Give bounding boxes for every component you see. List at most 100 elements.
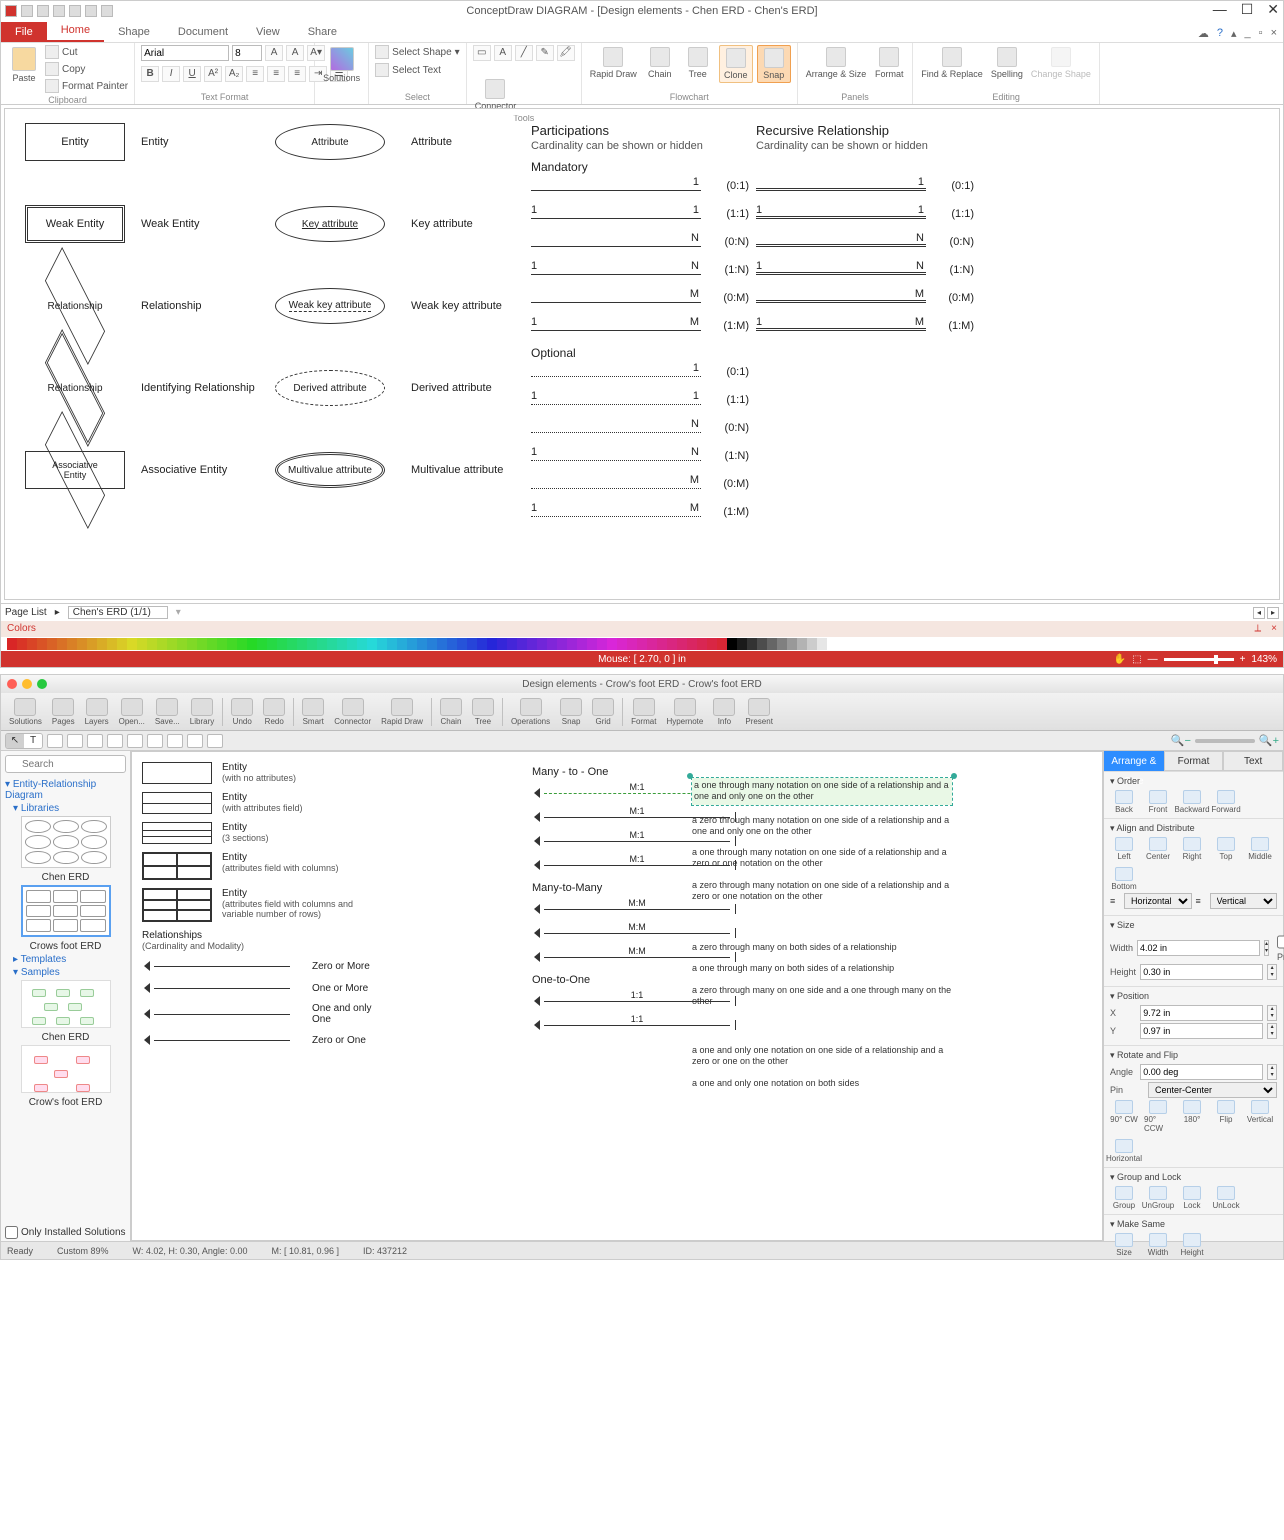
qat-save-icon[interactable] [53,5,65,17]
entity-shape[interactable] [142,852,212,880]
tool-arc-icon[interactable] [107,734,123,748]
color-swatch[interactable] [727,638,737,650]
cardinality-line[interactable]: Zero or One [142,1033,382,1047]
help-icon[interactable]: ? [1217,27,1223,40]
color-swatch[interactable] [477,638,487,650]
lock-proportions-checkbox[interactable] [1277,934,1284,950]
color-swatch[interactable] [647,638,657,650]
color-swatch[interactable] [397,638,407,650]
shape-associative-entity[interactable]: Associative Entity [25,451,125,489]
color-swatch[interactable] [567,638,577,650]
color-swatch[interactable] [357,638,367,650]
align-center-button[interactable]: Center [1144,837,1172,861]
tree-root[interactable]: ▾ Entity-Relationship Diagram [5,779,126,801]
color-swatch[interactable] [787,638,797,650]
color-swatch[interactable] [437,638,447,650]
qat-open-icon[interactable] [37,5,49,17]
color-swatch[interactable] [527,638,537,650]
entity-shape[interactable] [142,762,212,784]
copy-button[interactable]: Copy [45,62,128,76]
tool-rect-icon[interactable]: ▭ [473,45,491,61]
angle-stepper[interactable]: ▴▾ [1267,1064,1277,1080]
status-zoom-in-icon[interactable]: + [1240,654,1246,665]
lib-crows-foot-thumb[interactable] [21,885,111,937]
align-right-button[interactable]: Right [1178,837,1206,861]
toolbar-info[interactable]: Info [709,698,739,726]
zoom-out2-icon[interactable]: 🔍− [1171,734,1191,747]
color-swatch[interactable] [147,638,157,650]
color-swatch[interactable] [697,638,707,650]
qat-print-icon[interactable] [101,5,113,17]
qat-undo-icon[interactable] [69,5,81,17]
color-swatch[interactable] [287,638,297,650]
shape-key-attribute[interactable]: Key attribute [275,206,385,242]
participation-line[interactable]: M(0:M) [531,476,741,496]
participation-line[interactable]: 1(0:1) [531,364,741,384]
distribute-v-select[interactable]: Vertical [1210,893,1278,909]
color-swatch[interactable] [807,638,817,650]
format-painter-button[interactable]: Format Painter [45,79,128,93]
tree-button[interactable]: Tree [681,45,715,81]
participation-line[interactable]: 1N(1:N) [531,448,741,468]
participation-line[interactable]: 1M(1:M) [531,504,741,524]
status-icon1[interactable]: ✋ [1114,654,1126,665]
tab-share[interactable]: Share [294,22,351,42]
tree-templates[interactable]: ▸ Templates [13,954,126,965]
color-swatch[interactable] [497,638,507,650]
qat-redo-icon[interactable] [85,5,97,17]
ribbon-close-icon[interactable]: × [1271,27,1277,40]
color-swatch[interactable] [467,638,477,650]
solutions-button[interactable]: Solutions [321,45,362,85]
ribbon-min2-icon[interactable]: ▫ [1259,27,1263,40]
color-swatch[interactable] [157,638,167,650]
mac-minimize-button[interactable] [22,679,32,689]
shape-weak-key-attribute[interactable]: Weak key attribute [275,288,385,324]
color-swatch[interactable] [317,638,327,650]
inspector-tab-text[interactable]: Text [1223,751,1283,771]
tool-text-icon[interactable]: A [494,45,512,61]
tool-highlight-icon[interactable]: 🖍 [557,45,575,61]
cloud-icon[interactable]: ☁ [1198,27,1209,40]
participation-line[interactable]: 11(1:1) [531,206,741,226]
color-swatch[interactable] [227,638,237,650]
italic-button[interactable]: I [162,66,180,82]
toolbar-library[interactable]: Library [186,698,218,726]
toolbar-solutions[interactable]: Solutions [5,698,46,726]
entity-shape[interactable] [142,822,212,844]
color-swatch[interactable] [377,638,387,650]
rotate--cw-button[interactable]: 90° CW [1110,1100,1138,1133]
participation-line[interactable]: 1M(1:M) [756,318,966,338]
superscript-button[interactable]: A² [204,66,222,82]
qat-new-icon[interactable] [21,5,33,17]
sample-chen-erd-thumb[interactable] [21,980,111,1028]
color-swatch[interactable] [817,638,827,650]
participation-line[interactable]: 11(1:1) [756,206,966,226]
select-shape-button[interactable]: Select Shape ▾ [375,45,460,59]
tool-brush-icon[interactable] [167,734,183,748]
tool-text2-icon[interactable]: T [24,734,42,748]
same-height-button[interactable]: Height [1178,1233,1206,1257]
shape-relationship[interactable]: Relationship [25,287,125,325]
color-swatch[interactable] [177,638,187,650]
mac-canvas[interactable]: Entity(with no attributes)Entity(with at… [131,751,1103,1241]
font-size-select[interactable] [232,45,262,61]
connector-button[interactable]: Connector [473,77,519,113]
shape-multivalue-attribute[interactable]: Multivalue attribute [275,452,385,488]
color-swatch[interactable] [427,638,437,650]
zoom-slider2[interactable] [1195,739,1255,743]
color-swatch[interactable] [137,638,147,650]
colors-close-icon[interactable]: × [1271,621,1277,637]
lib-chen-erd-thumb[interactable] [21,816,111,868]
color-swatch[interactable] [677,638,687,650]
color-swatch[interactable] [557,638,567,650]
color-swatch[interactable] [627,638,637,650]
canvas-chen-erd[interactable]: Entity Weak Entity Relationship Relation… [5,109,1279,599]
search-input[interactable] [5,755,126,773]
hscroll-left-icon[interactable]: ◂ [1253,607,1265,619]
align-middle-button[interactable]: Middle [1246,837,1274,861]
color-swatch[interactable] [507,638,517,650]
toolbar-smart[interactable]: Smart [298,698,328,726]
mac-close-button[interactable] [7,679,17,689]
clone-button[interactable]: Clone [719,45,753,83]
ribbon-min1-icon[interactable]: _ [1245,27,1251,40]
